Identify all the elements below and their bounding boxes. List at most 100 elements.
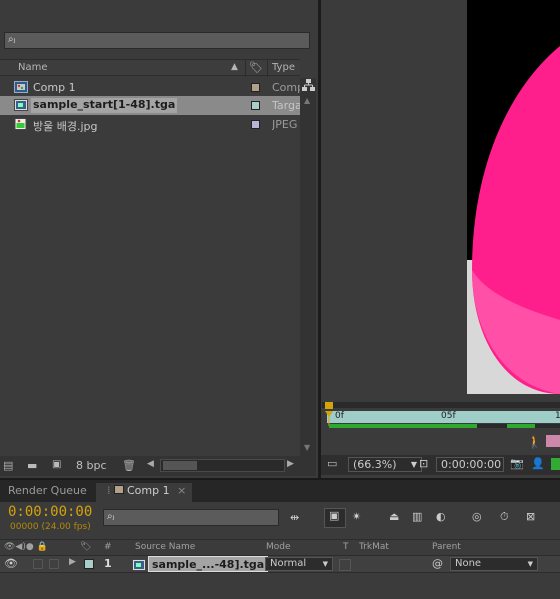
label-tag-icon[interactable]: 🏷: [249, 61, 263, 74]
graph-editor-icon[interactable]: ◎: [472, 510, 482, 523]
layer-label-swatch[interactable]: [84, 559, 94, 569]
project-item-name: 방울 배경.jpg: [33, 120, 98, 133]
project-item-name: Comp 1: [33, 81, 76, 94]
layer-column-header: 👁◀)● 🔒 🏷 # Source Name Mode T TrkMat Par…: [0, 539, 560, 554]
tab-render-queue[interactable]: Render Queue: [2, 483, 93, 502]
footage-sequence-icon: [14, 99, 28, 111]
close-icon[interactable]: ×: [177, 484, 186, 497]
pick-whip-icon[interactable]: @: [432, 557, 443, 570]
cache-bar: [329, 424, 560, 428]
layer-row[interactable]: 👁 ▶ 1 sample_...-48].tga Normal ▼ @ None ▼: [0, 555, 560, 573]
walking-man-icon[interactable]: 🚶: [527, 435, 542, 449]
motion-blur-icon[interactable]: ◐: [436, 510, 446, 523]
preserve-transparency-toggle[interactable]: [339, 559, 351, 571]
tab-comp[interactable]: ⁞ Comp 1 ×: [96, 483, 193, 502]
visibility-eye-icon[interactable]: 👁: [4, 557, 18, 570]
interpret-footage-icon[interactable]: ▤: [3, 459, 13, 472]
label-color-swatch[interactable]: [251, 101, 260, 110]
project-item-sequence[interactable]: sample_start[1-48].tga Targa: [0, 96, 300, 115]
column-source-name[interactable]: Source Name: [135, 542, 195, 552]
time-ruler[interactable]: 0f 05f 1: [327, 411, 560, 423]
chevron-down-icon: ▼: [410, 460, 417, 469]
project-vertical-scrollbar[interactable]: ▲ ▼: [300, 78, 316, 456]
snapshot-icon[interactable]: 📷: [510, 457, 524, 470]
scroll-up-icon[interactable]: ▲: [304, 96, 310, 105]
color-channel-icon[interactable]: [551, 458, 560, 470]
project-column-header: Name ▲ 🏷 Type: [0, 59, 300, 77]
column-num[interactable]: #: [104, 542, 112, 552]
search-icon: ⌕ⱼ: [8, 34, 16, 45]
solo-toggle[interactable]: [49, 559, 59, 569]
column-trkmat[interactable]: TrkMat: [359, 542, 389, 552]
av-switches-icon[interactable]: 👁◀)● 🔒: [4, 542, 48, 552]
bpc-label[interactable]: 8 bpc: [76, 459, 107, 472]
footage-sequence-icon: [132, 559, 146, 571]
trash-icon[interactable]: 🗑: [122, 459, 136, 472]
project-horizontal-scrollbar[interactable]: [160, 459, 285, 472]
work-area-bar[interactable]: [322, 402, 560, 408]
project-item-comp[interactable]: Comp 1 Comp: [0, 78, 300, 97]
column-type-header[interactable]: Type: [272, 62, 295, 73]
parent-dropdown[interactable]: None ▼: [450, 557, 538, 571]
zoom-dropdown[interactable]: (66.3%) ▼: [348, 457, 422, 472]
stopwatch-icon[interactable]: ⏱: [500, 510, 509, 524]
show-snapshot-icon[interactable]: 👤: [531, 457, 545, 470]
scroll-down-icon[interactable]: ▼: [304, 443, 310, 452]
chevron-down-icon: ▼: [322, 560, 328, 568]
live-update-icon[interactable]: ▣: [324, 508, 346, 528]
project-item-name: sample_start[1-48].tga: [31, 98, 178, 113]
mode-value: Normal: [270, 558, 307, 569]
parent-value: None: [455, 558, 482, 569]
tab-comp-label: Comp 1: [127, 484, 170, 497]
playhead-icon[interactable]: [323, 402, 335, 426]
region-of-interest-icon[interactable]: ⊡: [419, 457, 428, 470]
flowchart-icon[interactable]: [302, 79, 315, 92]
bottom-tab-bar: Render Queue ⁞ Comp 1 ×: [0, 480, 560, 502]
hide-shy-layers-icon[interactable]: ⏏: [389, 510, 399, 523]
label-color-swatch[interactable]: [251, 120, 260, 129]
project-item-jpg[interactable]: 방울 배경.jpg JPEG: [0, 115, 300, 134]
draft-3d-icon[interactable]: ✴: [352, 510, 361, 523]
frames-fps: 00000 (24.00 fps): [10, 522, 91, 532]
viewer-bottom-toolbar: ▭ (66.3%) ▼ ⊡ 0:00:00:00 📷 👤: [321, 455, 560, 475]
column-t[interactable]: T: [343, 542, 349, 552]
mode-dropdown[interactable]: Normal ▼: [265, 557, 333, 571]
timeline-timecode[interactable]: 0:00:00:00: [8, 504, 92, 520]
chevron-down-icon: ▼: [527, 560, 533, 568]
scroll-left-icon[interactable]: ◀: [147, 459, 154, 469]
zoom-value: (66.3%): [353, 458, 397, 471]
comp-flowchart-icon[interactable]: [546, 435, 560, 447]
composition-canvas[interactable]: [467, 0, 560, 394]
layer-source-name[interactable]: sample_...-48].tga: [148, 556, 269, 572]
search-icon: ⌕ⱼ: [107, 511, 115, 522]
image-file-icon: [14, 118, 27, 130]
scroll-right-icon[interactable]: ▶: [287, 459, 294, 469]
timeline-switches-toolbar: ⇹ ▣ ✴ ⏏ ▥ ◐ ◎ ⏱ ⊠: [286, 507, 556, 531]
always-preview-icon[interactable]: ▭: [327, 457, 337, 470]
drag-grip-icon[interactable]: ⁞: [107, 484, 111, 497]
label-tag-icon[interactable]: 🏷: [80, 542, 91, 552]
audio-toggle[interactable]: [33, 559, 43, 569]
sort-up-icon[interactable]: ▲: [231, 62, 238, 72]
project-item-type: Comp: [272, 81, 300, 94]
project-search-input[interactable]: ⌕ⱼ: [4, 32, 310, 49]
composition-icon: [14, 81, 28, 93]
timeline-search-input[interactable]: ⌕ⱼ: [103, 509, 279, 526]
column-name-header[interactable]: Name: [18, 62, 48, 73]
column-parent[interactable]: Parent: [432, 542, 461, 552]
expand-triangle-icon[interactable]: ▶: [69, 557, 76, 567]
scrollbar-thumb[interactable]: [163, 461, 197, 470]
cached-range: [507, 424, 535, 428]
label-color-swatch[interactable]: [251, 83, 260, 92]
new-folder-icon[interactable]: ▬: [27, 459, 37, 472]
column-mode[interactable]: Mode: [266, 542, 291, 552]
project-item-type: Targa: [272, 99, 300, 112]
comp-mini-flowchart-icon[interactable]: ⇹: [290, 511, 299, 524]
frame-blending-icon[interactable]: ▥: [412, 510, 422, 523]
ruler-mid-label: 05f: [441, 411, 456, 421]
new-composition-icon[interactable]: ▣: [52, 459, 61, 470]
brainstorm-icon[interactable]: ⊠: [526, 510, 535, 523]
viewer-timecode[interactable]: 0:00:00:00: [436, 457, 504, 472]
project-item-type: JPEG: [272, 118, 298, 131]
pink-shape-render: [467, 46, 560, 394]
